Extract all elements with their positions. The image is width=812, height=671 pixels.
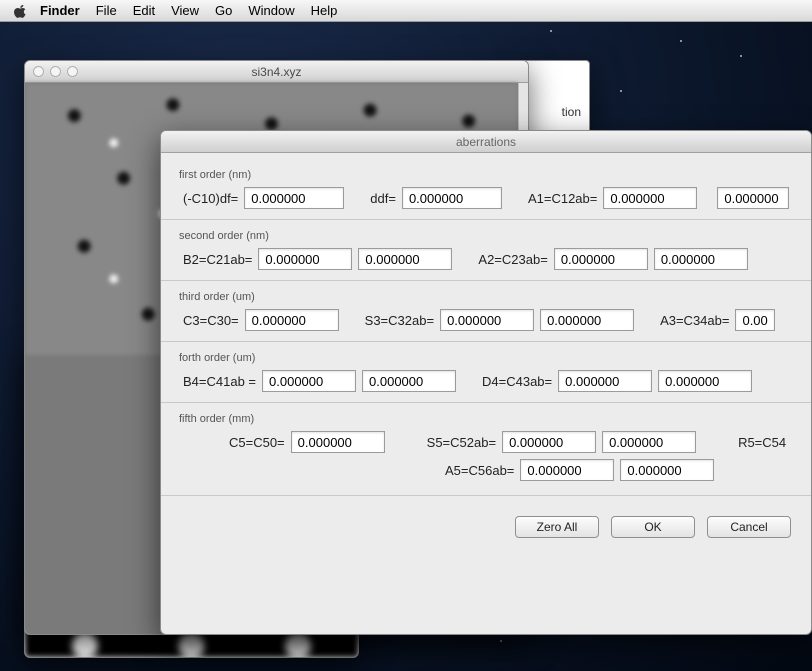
input-ddf[interactable] — [402, 187, 502, 209]
window-aberrations[interactable]: aberrations first order (nm) (-C10)df= d… — [160, 130, 812, 635]
row-third-order: C3=C30= S3=C32ab= A3=C34ab= — [161, 309, 811, 337]
label-a2: A2=C23ab= — [478, 252, 547, 267]
input-a5a[interactable] — [520, 459, 614, 481]
title-aberrations: aberrations — [161, 135, 811, 149]
input-d4b[interactable] — [658, 370, 752, 392]
input-s3b[interactable] — [540, 309, 634, 331]
row-first-order: (-C10)df= ddf= A1=C12ab= — [161, 187, 811, 215]
divider — [161, 402, 811, 403]
menu-window[interactable]: Window — [248, 3, 294, 18]
row-fifth-order-2: A5=C56ab= — [161, 459, 811, 491]
ok-button[interactable]: OK — [611, 516, 695, 538]
input-a2b[interactable] — [654, 248, 748, 270]
group-label-forth-order: forth order (um) — [161, 346, 811, 370]
menubar-app-name[interactable]: Finder — [40, 3, 80, 18]
label-ddf: ddf= — [370, 191, 396, 206]
input-s5b[interactable] — [602, 431, 696, 453]
group-label-second-order: second order (nm) — [161, 224, 811, 248]
row-second-order: B2=C21ab= A2=C23ab= — [161, 248, 811, 276]
divider — [161, 495, 811, 496]
input-b2a[interactable] — [258, 248, 352, 270]
label-a5: A5=C56ab= — [445, 463, 514, 478]
menu-help[interactable]: Help — [311, 3, 338, 18]
input-b2b[interactable] — [358, 248, 452, 270]
input-a5b[interactable] — [620, 459, 714, 481]
label-b2: B2=C21ab= — [183, 252, 252, 267]
minimize-icon[interactable] — [50, 66, 61, 77]
divider — [161, 280, 811, 281]
input-b4b[interactable] — [362, 370, 456, 392]
menu-file[interactable]: File — [96, 3, 117, 18]
label-b4: B4=C41ab = — [183, 374, 256, 389]
input-a3[interactable] — [735, 309, 775, 331]
zoom-icon[interactable] — [67, 66, 78, 77]
input-s3a[interactable] — [440, 309, 534, 331]
titlebar-si3n4[interactable]: si3n4.xyz — [25, 61, 528, 83]
label-c3: C3=C30= — [183, 313, 239, 328]
apple-menu-icon[interactable] — [14, 4, 28, 18]
divider — [161, 219, 811, 220]
group-label-third-order: third order (um) — [161, 285, 811, 309]
input-d4a[interactable] — [558, 370, 652, 392]
label-s5: S5=C52ab= — [427, 435, 496, 450]
background-window-fragment: tion — [562, 105, 581, 119]
zero-all-button[interactable]: Zero All — [515, 516, 599, 538]
label-a1: A1=C12ab= — [528, 191, 597, 206]
traffic-lights[interactable] — [33, 66, 78, 77]
button-row: Zero All OK Cancel — [161, 500, 811, 552]
divider — [161, 341, 811, 342]
input-a2a[interactable] — [554, 248, 648, 270]
title-si3n4: si3n4.xyz — [25, 65, 528, 79]
input-c3[interactable] — [245, 309, 339, 331]
input-a1a[interactable] — [603, 187, 697, 209]
aberrations-body: first order (nm) (-C10)df= ddf= A1=C12ab… — [161, 153, 811, 552]
titlebar-aberrations[interactable]: aberrations — [161, 131, 811, 153]
input-s5a[interactable] — [502, 431, 596, 453]
close-icon[interactable] — [33, 66, 44, 77]
label-r5: R5=C54 — [738, 435, 786, 450]
label-a3: A3=C34ab= — [660, 313, 729, 328]
label-c10: (-C10)df= — [183, 191, 238, 206]
group-label-first-order: first order (nm) — [161, 163, 811, 187]
input-b4a[interactable] — [262, 370, 356, 392]
menu-edit[interactable]: Edit — [133, 3, 155, 18]
input-a1b[interactable] — [717, 187, 789, 209]
menu-go[interactable]: Go — [215, 3, 232, 18]
row-forth-order: B4=C41ab = D4=C43ab= — [161, 370, 811, 398]
group-label-fifth-order: fifth order (mm) — [161, 407, 811, 431]
menu-view[interactable]: View — [171, 3, 199, 18]
label-d4: D4=C43ab= — [482, 374, 552, 389]
label-c5: C5=C50= — [229, 435, 285, 450]
label-s3: S3=C32ab= — [365, 313, 434, 328]
input-c5[interactable] — [291, 431, 385, 453]
row-fifth-order-1: C5=C50= S5=C52ab= R5=C54 — [161, 431, 811, 459]
cancel-button[interactable]: Cancel — [707, 516, 791, 538]
menubar: Finder File Edit View Go Window Help — [0, 0, 812, 22]
input-c10[interactable] — [244, 187, 344, 209]
